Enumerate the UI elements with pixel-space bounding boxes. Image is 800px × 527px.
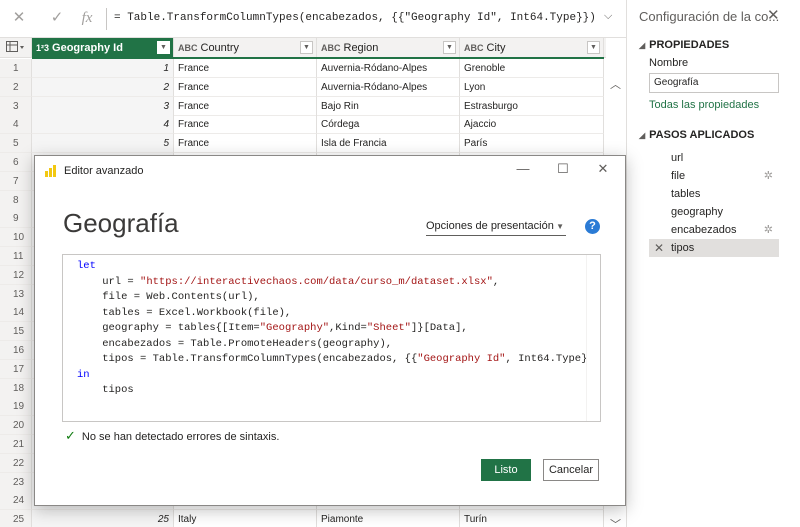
code-text: file = Web.Contents(url), [77,291,260,303]
code-line: tables = Excel.Workbook(file), [77,306,291,321]
code-text: ,Kind= [329,322,367,334]
code-scrollbar[interactable] [586,255,600,421]
help-icon[interactable]: ? [585,219,600,234]
code-text: encabezados = Table.PromoteHeaders(geogr… [77,337,393,350]
code-line: tipos = Table.TransformColumnTypes(encab… [77,352,600,367]
code-keyword: let [77,260,96,272]
chevron-down-icon: ▼ [556,222,564,231]
check-icon: ✓ [65,428,76,443]
dropdown-label: Opciones de presentación [426,220,554,232]
code-keyword: in [77,368,90,381]
display-options-dropdown[interactable]: Opciones de presentación ▼ [426,220,566,236]
query-heading: Geografía [63,208,179,238]
code-text: url = [77,275,141,288]
code-line: let [77,259,96,274]
status-text: No se han detectado errores de sintaxis. [81,431,280,443]
code-line: in [77,368,90,383]
cancel-button[interactable]: Cancelar [543,459,599,481]
code-text: geography = tables{[Item= [77,322,260,334]
maximize-icon[interactable]: ☐ [553,161,573,177]
code-string: "Sheet" [366,322,411,334]
code-string: "Geography Id" [417,353,506,365]
code-text: tables = Excel.Workbook(file), [77,306,292,319]
advanced-editor-dialog: Editor avanzado — ☐ ✕ Geografía Opciones… [34,155,626,506]
done-button[interactable]: Listo [481,459,531,481]
code-string: "Geography" [259,322,330,334]
code-line: tipos [77,383,134,398]
code-text: tipos [77,384,134,396]
dialog-titlebar[interactable]: Editor avanzado — ☐ ✕ [35,156,625,186]
code-line: file = Web.Contents(url), [77,290,260,305]
modal-overlay: Editor avanzado — ☐ ✕ Geografía Opciones… [0,0,800,527]
syntax-status: ✓ No se han detectado errores de sintaxis… [65,428,279,444]
dialog-title: Editor avanzado [64,165,144,177]
code-line: encabezados = Table.PromoteHeaders(geogr… [77,337,392,352]
code-editor[interactable]: let url = "https://interactivechaos.com/… [62,254,601,422]
minimize-icon[interactable]: — [513,161,533,176]
code-text: , [492,275,500,288]
code-text: tipos = Table.TransformColumnTypes(encab… [77,353,418,365]
power-bi-logo-icon [45,165,57,177]
close-icon[interactable]: ✕ [593,161,613,177]
code-line: geography = tables{[Item="Geography",Kin… [77,321,468,336]
code-string: "https://interactivechaos.com/data/curso… [140,275,493,288]
code-line: url = "https://interactivechaos.com/data… [77,275,499,290]
code-text: ]}[Data], [410,322,468,334]
